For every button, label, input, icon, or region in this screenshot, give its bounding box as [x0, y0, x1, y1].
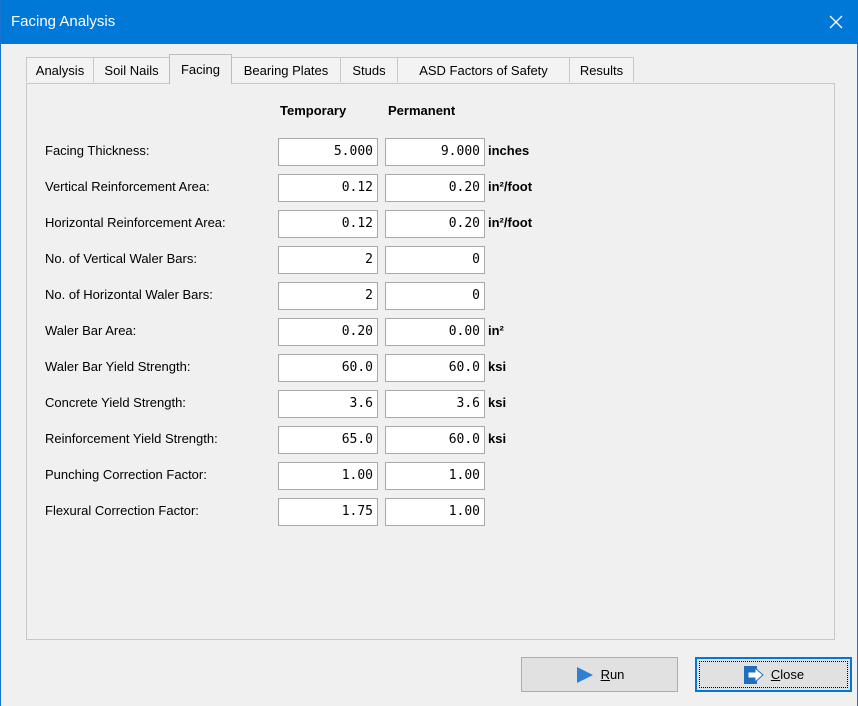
- window-close-icon[interactable]: [813, 0, 858, 44]
- label-waler-bar-yield-strength: Waler Bar Yield Strength:: [45, 359, 191, 374]
- temporary-field-concrete-yield-strength[interactable]: 3.6: [278, 390, 378, 418]
- label-punching-correction-factor: Punching Correction Factor:: [45, 467, 207, 482]
- temporary-field-waler-bar-area[interactable]: 0.20: [278, 318, 378, 346]
- focus-rectangle: [699, 661, 848, 688]
- window-title: Facing Analysis: [11, 13, 116, 30]
- unit-reinforcement-yield-strength: ksi: [488, 431, 507, 446]
- unit-facing-thickness: inches: [488, 143, 530, 158]
- tab-soil-nails[interactable]: Soil Nails: [93, 57, 170, 82]
- temporary-field-waler-bar-yield-strength[interactable]: 60.0: [278, 354, 378, 382]
- permanent-field-flexural-correction-factor[interactable]: 1.00: [385, 498, 485, 526]
- permanent-column-header: Permanent: [388, 103, 456, 118]
- temporary-field-vertical-reinforcement-area[interactable]: 0.12: [278, 174, 378, 202]
- label-no-of-horizontal-waler-bars: No. of Horizontal Waler Bars:: [45, 287, 213, 302]
- permanent-field-waler-bar-area[interactable]: 0.00: [385, 318, 485, 346]
- label-no-of-vertical-waler-bars: No. of Vertical Waler Bars:: [45, 251, 197, 266]
- permanent-field-no-of-horizontal-waler-bars[interactable]: 0: [385, 282, 485, 310]
- title-bar[interactable]: Facing Analysis: [1, 0, 858, 44]
- temporary-field-reinforcement-yield-strength[interactable]: 65.0: [278, 426, 378, 454]
- run-button[interactable]: Run: [521, 657, 678, 692]
- label-concrete-yield-strength: Concrete Yield Strength:: [45, 395, 186, 410]
- permanent-field-no-of-vertical-waler-bars[interactable]: 0: [385, 246, 485, 274]
- label-facing-thickness: Facing Thickness:: [45, 143, 150, 158]
- run-button-label: Run: [600, 667, 625, 682]
- permanent-field-vertical-reinforcement-area[interactable]: 0.20: [385, 174, 485, 202]
- permanent-field-reinforcement-yield-strength[interactable]: 60.0: [385, 426, 485, 454]
- temporary-field-facing-thickness[interactable]: 5.000: [278, 138, 378, 166]
- tab-asd-factors-of-safety[interactable]: ASD Factors of Safety: [397, 57, 570, 82]
- tab-bearing-plates[interactable]: Bearing Plates: [231, 57, 341, 82]
- temporary-field-no-of-vertical-waler-bars[interactable]: 2: [278, 246, 378, 274]
- label-horizontal-reinforcement-area: Horizontal Reinforcement Area:: [45, 215, 226, 230]
- temporary-column-header: Temporary: [280, 103, 347, 118]
- permanent-field-facing-thickness[interactable]: 9.000: [385, 138, 485, 166]
- facing-analysis-window: Facing Analysis Analysis Soil Nails Faci…: [0, 0, 858, 706]
- permanent-field-concrete-yield-strength[interactable]: 3.6: [385, 390, 485, 418]
- close-button[interactable]: Close: [695, 657, 852, 692]
- temporary-field-horizontal-reinforcement-area[interactable]: 0.12: [278, 210, 378, 238]
- unit-horizontal-reinforcement-area: in²/foot: [488, 215, 533, 230]
- unit-waler-bar-yield-strength: ksi: [488, 359, 507, 374]
- permanent-field-waler-bar-yield-strength[interactable]: 60.0: [385, 354, 485, 382]
- tab-analysis[interactable]: Analysis: [26, 57, 94, 82]
- permanent-field-punching-correction-factor[interactable]: 1.00: [385, 462, 485, 490]
- temporary-field-punching-correction-factor[interactable]: 1.00: [278, 462, 378, 490]
- temporary-field-no-of-horizontal-waler-bars[interactable]: 2: [278, 282, 378, 310]
- tab-studs[interactable]: Studs: [340, 57, 398, 82]
- label-flexural-correction-factor: Flexural Correction Factor:: [45, 503, 199, 518]
- label-vertical-reinforcement-area: Vertical Reinforcement Area:: [45, 179, 210, 194]
- tab-facing[interactable]: Facing: [169, 54, 232, 84]
- unit-vertical-reinforcement-area: in²/foot: [488, 179, 533, 194]
- unit-waler-bar-area: in²: [488, 323, 504, 338]
- permanent-field-horizontal-reinforcement-area[interactable]: 0.20: [385, 210, 485, 238]
- unit-concrete-yield-strength: ksi: [488, 395, 507, 410]
- label-waler-bar-area: Waler Bar Area:: [45, 323, 137, 338]
- play-arrow-icon: [576, 666, 593, 683]
- label-reinforcement-yield-strength: Reinforcement Yield Strength:: [45, 431, 218, 446]
- temporary-field-flexural-correction-factor[interactable]: 1.75: [278, 498, 378, 526]
- tab-results[interactable]: Results: [569, 57, 634, 82]
